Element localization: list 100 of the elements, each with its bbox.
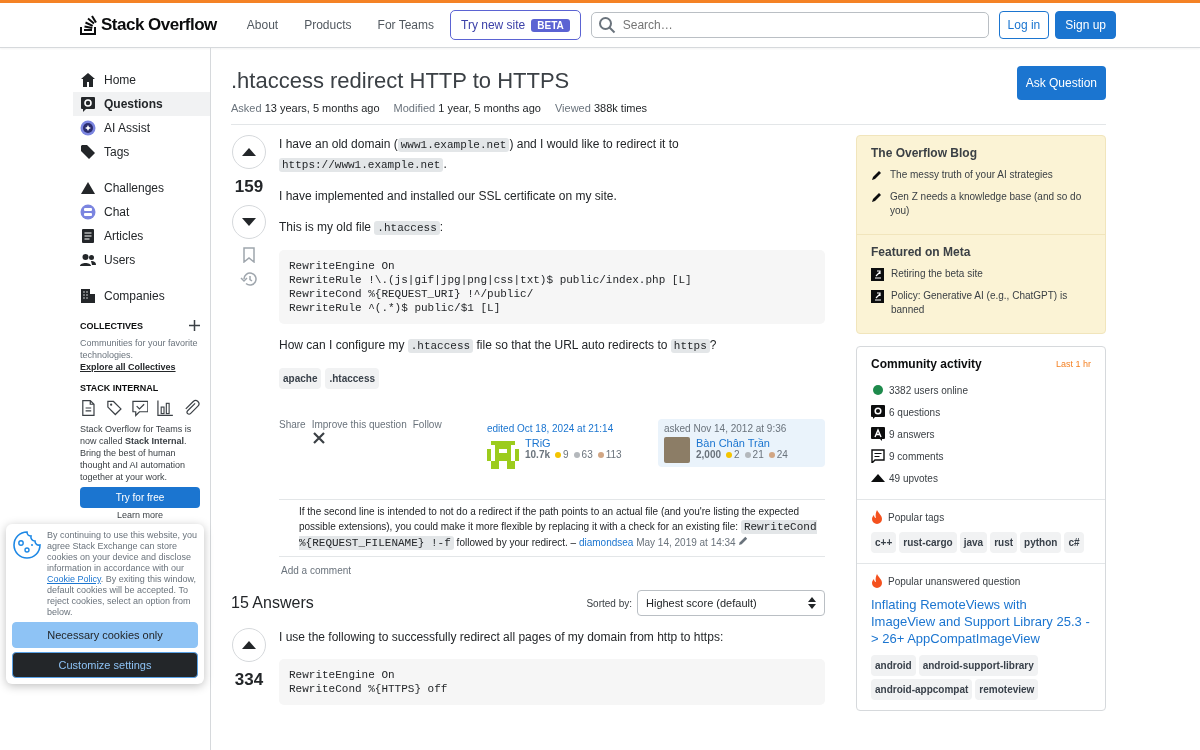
code-block: RewriteEngine On RewriteCond %{HTTPS} off [279,659,825,705]
tag-chip[interactable]: apache [279,368,322,389]
answers-icon [871,427,885,441]
section-heading: STACK INTERNAL [80,383,160,393]
nav-link[interactable]: For Teams [367,12,444,38]
panel-heading: Featured on Meta [871,245,972,259]
nav-link[interactable]: About [236,12,289,38]
sidebar-item[interactable]: Tags [73,140,210,164]
tags-icon [80,144,96,160]
question-meta: Asked 13 years, 5 months ago [231,102,380,114]
close-icon[interactable] [313,432,325,444]
stack-internal-description: Stack Overflow for Teams is now called Stack Internal. Bring the best of human thought and AI automation together at your work. [80,423,193,483]
sidebar-item[interactable]: AI Assist [73,116,210,140]
meta-post-link[interactable]: Policy: Generative AI (e.g., ChatGPT) is banned [891,289,1091,317]
downvote-button[interactable] [232,205,266,239]
question-paragraph: How can I configure my .htaccess file so that the URL auto redirects to https ? [279,337,718,355]
nav-link[interactable]: Products [294,12,362,38]
tag-chip[interactable]: .htaccess [325,368,380,389]
badge-dot-icon [726,451,733,458]
challenges-icon [80,180,96,196]
site-logo[interactable]: Stack Overflow [80,15,217,35]
question-link[interactable]: Inflating RemoteViews with ImageView and Support Library 25.3 -> 26+ AppCompatImageView [871,596,1091,647]
user-name-link[interactable]: TRiG [525,437,625,449]
pencil-icon[interactable] [738,535,750,546]
post-action-link[interactable]: Follow [412,419,442,430]
sidebar-item[interactable]: Challenges [73,176,210,200]
badge-count: 24 [776,449,788,460]
cookie-policy-link[interactable]: Cookie Policy [47,574,101,584]
post-action-link[interactable]: Improve this question [311,419,407,430]
logo-text: Stack Overflow [101,15,217,35]
beta-badge: BETA [531,18,570,32]
reputation-score: 2,000 [696,449,722,460]
activity-stat: 9 answers [889,428,935,440]
tag-chip[interactable]: android-support-library [918,655,1038,676]
badge-count: 21 [752,449,764,460]
try-for-free-button[interactable]: Try for free [80,487,200,508]
caret-down-icon [241,217,257,227]
sidebar-item[interactable]: Articles [73,224,210,248]
flame-icon [871,574,883,588]
try-new-site-button[interactable]: Try new site BETA [450,10,581,40]
explore-collectives-link[interactable]: Explore all Collectives [80,362,176,372]
reputation-score: 10.7k [525,449,551,460]
activity-stat: 3382 users online [889,384,968,396]
cookie-notice-text: By continuing to use this website, you agree Stack Exchange can store cookies on your device and disclose information in accordance with our Cookie Policy. By exiting this window, default cookies will be accepted. To reject cookies, select an option from below. [47,530,198,618]
chat-check-icon [131,399,149,417]
blog-post-link[interactable]: The messy truth of your AI strategies [890,168,1053,182]
upvote-button[interactable] [232,628,266,662]
necessary-cookies-button[interactable]: Necessary cookies only [12,622,198,648]
edited-date-link[interactable]: edited Oct 18, 2024 at 21:14 [487,423,642,434]
add-comment-link[interactable]: Add a comment [279,565,825,576]
tag-icon [105,399,123,417]
tag-chip[interactable]: c++ [871,532,897,553]
sort-dropdown[interactable]: Highest score (default) [637,590,825,616]
user-name-link[interactable]: Bàn Chân Trần [696,437,791,449]
tag-chip[interactable]: remoteview [975,679,1039,700]
upvote-icon [871,473,885,483]
badge-dot-icon [744,451,751,458]
tag-chip[interactable]: java [959,532,988,553]
meta-post-link[interactable]: Retiring the beta site [891,267,983,281]
sort-caret-icon [808,597,816,609]
panel-heading: Popular unanswered question [888,575,1021,587]
learn-more-link[interactable]: Learn more [80,510,200,520]
panel-heading: Popular tags [888,511,945,523]
meta-post-icon [871,290,884,303]
question-title[interactable]: .htaccess redirect HTTP to HTTPS [231,68,648,94]
tag-chip[interactable]: rust-cargo [899,532,957,553]
companies-icon [80,288,96,304]
plus-icon[interactable] [189,320,200,331]
sidebar-item[interactable]: Questions [73,92,210,116]
tag-chip[interactable]: c# [1064,532,1084,553]
caret-up-icon [241,147,257,157]
tag-chip[interactable]: android-appcompat [871,679,973,700]
tag-chip[interactable]: rust [990,532,1018,553]
login-button[interactable]: Log in [998,11,1050,39]
activity-stat: 6 questions [889,406,941,418]
search-field[interactable]: Search… [590,12,989,38]
blog-post-link[interactable]: Gen Z needs a knowledge base (and so do you) [890,190,1091,218]
sidebar-item[interactable]: Chat [73,200,210,224]
post-action-link[interactable]: Share [279,419,306,430]
upvote-button[interactable] [232,135,266,169]
question-paragraph: This is my old file .htaccess : [279,219,445,237]
sidebar-item[interactable]: Users [73,248,210,272]
badge-dot-icon [555,451,562,458]
tag-chip[interactable]: python [1020,532,1062,553]
questions-icon [871,405,885,419]
ai-icon [80,120,96,136]
time-period-label: Last 1 hr [1055,359,1091,369]
sidebar-item[interactable]: Companies [73,284,210,308]
comment-text: If the second line is intended to not do a redirect if the path points to an actual file (and you're listing the expected possible extensions), you could make it more flexible by replacing it with a check for an existing file: RewriteCond %{REQUEST_FILENAME} !-f followed by your redirect. – diamondsea May 14, 2019 at 14:34 [299,505,818,551]
cookie-icon [12,530,42,560]
ask-question-button[interactable]: Ask Question [1016,66,1106,100]
signup-button[interactable]: Sign up [1055,11,1116,39]
vote-count: 159 [234,177,264,197]
sidebar-item[interactable]: Home [73,68,210,92]
customize-settings-button[interactable]: Customize settings [12,652,198,678]
question-meta: Modified 1 year, 5 months ago [393,102,541,114]
comment-author-link[interactable]: diamondsea [578,537,634,548]
collectives-description: Communities for your favorite technologies. Explore all Collectives [80,337,199,373]
flame-icon [871,510,883,524]
tag-chip[interactable]: android [871,655,916,676]
